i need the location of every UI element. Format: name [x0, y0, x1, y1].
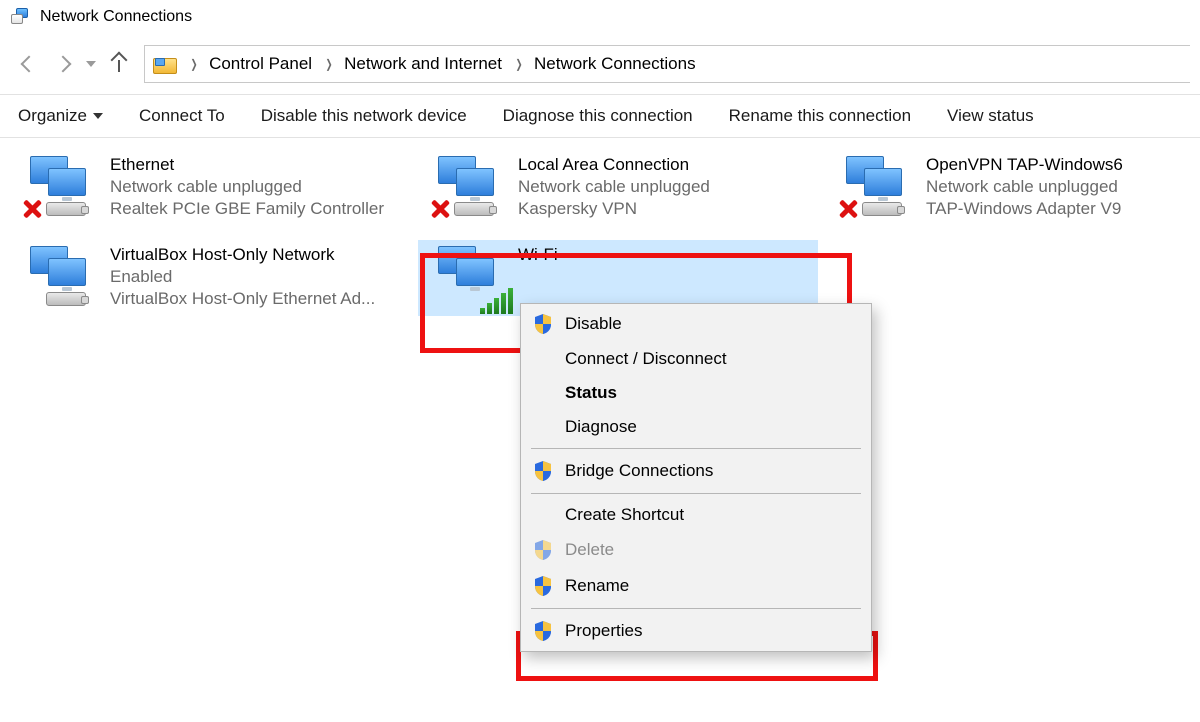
error-x-icon	[836, 198, 858, 220]
menu-item-status[interactable]: Status	[521, 376, 871, 410]
back-button[interactable]	[14, 49, 44, 79]
breadcrumb[interactable]: Network Connections	[534, 54, 696, 74]
network-adapter-icon	[424, 154, 508, 222]
menu-item-label: Connect / Disconnect	[565, 349, 727, 369]
menu-separator	[531, 448, 861, 449]
connection-name: VirtualBox Host-Only Network	[110, 244, 375, 266]
forward-button[interactable]	[48, 49, 78, 79]
network-adapter-icon	[16, 244, 100, 312]
connection-device: VirtualBox Host-Only Ethernet Ad...	[110, 288, 375, 310]
uac-shield-icon	[533, 575, 553, 597]
breadcrumb[interactable]: Control Panel	[209, 54, 312, 74]
menu-item-diagnose[interactable]: Diagnose	[521, 410, 871, 444]
menu-item-bridge[interactable]: Bridge Connections	[521, 453, 871, 489]
breadcrumb[interactable]: Network and Internet	[344, 54, 502, 74]
connection-item-virtualbox[interactable]: VirtualBox Host-Only Network Enabled Vir…	[10, 240, 410, 316]
connection-device: Realtek PCIe GBE Family Controller	[110, 198, 384, 220]
connection-status: Network cable unplugged	[518, 176, 710, 198]
menu-item-label: Status	[565, 383, 617, 403]
menu-item-label: Properties	[565, 621, 642, 641]
menu-item-create-shortcut[interactable]: Create Shortcut	[521, 498, 871, 532]
connection-name: Local Area Connection	[518, 154, 710, 176]
up-button[interactable]	[104, 49, 134, 79]
address-bar[interactable]: ❯ Control Panel ❯ Network and Internet ❯…	[144, 45, 1190, 83]
connections-grid: Ethernet Network cable unplugged Realtek…	[0, 138, 1200, 328]
arrow-left-icon	[21, 56, 38, 73]
view-status-button[interactable]: View status	[929, 95, 1052, 137]
wifi-signal-icon	[480, 288, 513, 314]
network-adapter-icon	[424, 244, 508, 312]
organize-menu[interactable]: Organize	[18, 95, 121, 137]
connection-device: TAP-Windows Adapter V9	[926, 198, 1123, 220]
rename-connection-button[interactable]: Rename this connection	[711, 95, 929, 137]
uac-shield-icon	[533, 460, 553, 482]
menu-item-properties[interactable]: Properties	[521, 613, 871, 649]
connection-name: OpenVPN TAP-Windows6	[926, 154, 1123, 176]
diagnose-connection-button[interactable]: Diagnose this connection	[485, 95, 711, 137]
ethernet-plug-icon	[862, 202, 902, 216]
command-bar: Organize Connect To Disable this network…	[0, 94, 1200, 138]
ethernet-plug-icon	[454, 202, 494, 216]
menu-item-connect-disconnect[interactable]: Connect / Disconnect	[521, 342, 871, 376]
connection-item-lan[interactable]: Local Area Connection Network cable unpl…	[418, 150, 818, 226]
uac-shield-icon	[533, 539, 553, 561]
chevron-right-icon: ❯	[515, 57, 522, 71]
connection-status: Network cable unplugged	[110, 176, 384, 198]
menu-separator	[531, 608, 861, 609]
chevron-down-icon	[86, 61, 96, 67]
window-title: Network Connections	[40, 8, 192, 26]
folder-icon	[153, 54, 177, 74]
menu-item-label: Diagnose	[565, 417, 637, 437]
connection-device: Kaspersky VPN	[518, 198, 710, 220]
context-menu: Disable Connect / Disconnect Status Diag…	[520, 303, 872, 652]
navigation-row: ❯ Control Panel ❯ Network and Internet ❯…	[0, 34, 1200, 94]
uac-shield-icon	[533, 313, 553, 335]
error-x-icon	[20, 198, 42, 220]
connection-status: Network cable unplugged	[926, 176, 1123, 198]
chevron-right-icon: ❯	[326, 57, 333, 71]
recent-locations-button[interactable]	[82, 49, 100, 79]
menu-item-label: Rename	[565, 576, 629, 596]
menu-separator	[531, 493, 861, 494]
network-connections-icon	[10, 6, 32, 28]
menu-item-label: Bridge Connections	[565, 461, 713, 481]
connect-to-button[interactable]: Connect To	[121, 95, 243, 137]
connection-item-ethernet[interactable]: Ethernet Network cable unplugged Realtek…	[10, 150, 410, 226]
disable-device-button[interactable]: Disable this network device	[243, 95, 485, 137]
connection-item-openvpn[interactable]: OpenVPN TAP-Windows6 Network cable unplu…	[826, 150, 1200, 226]
menu-item-label: Disable	[565, 314, 622, 334]
connection-status: Enabled	[110, 266, 375, 288]
menu-item-label: Delete	[565, 540, 614, 560]
title-bar: Network Connections	[0, 0, 1200, 34]
ethernet-plug-icon	[46, 202, 86, 216]
menu-item-rename[interactable]: Rename	[521, 568, 871, 604]
connection-name: Wi-Fi	[518, 244, 558, 266]
chevron-down-icon	[93, 113, 103, 119]
connection-name: Ethernet	[110, 154, 384, 176]
error-x-icon	[428, 198, 450, 220]
network-adapter-icon	[16, 154, 100, 222]
menu-item-disable[interactable]: Disable	[521, 306, 871, 342]
menu-item-label: Create Shortcut	[565, 505, 684, 525]
uac-shield-icon	[533, 620, 553, 642]
ethernet-plug-icon	[46, 292, 86, 306]
arrow-right-icon	[55, 56, 72, 73]
menu-item-delete: Delete	[521, 532, 871, 568]
chevron-right-icon: ❯	[191, 57, 198, 71]
organize-label: Organize	[18, 106, 87, 126]
network-adapter-icon	[832, 154, 916, 222]
